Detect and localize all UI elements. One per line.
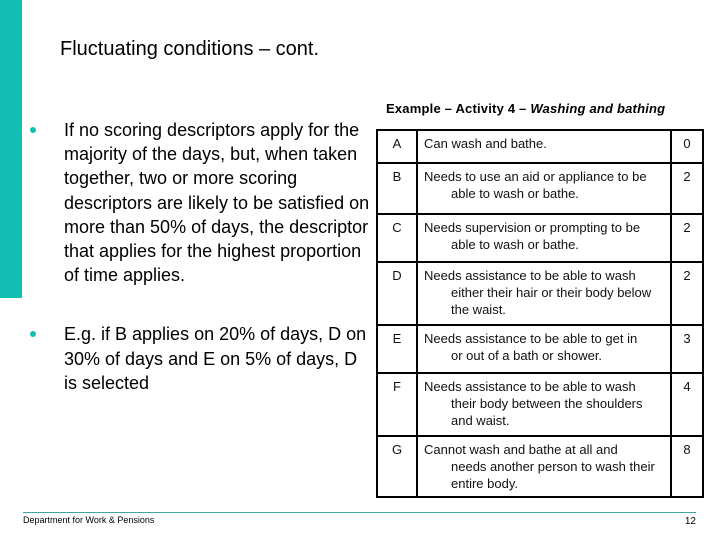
descriptor-text-rest: needs another person to wash their entir… [451, 459, 655, 491]
descriptor-score: 8 [670, 435, 704, 498]
table-row: B Needs to use an aid or appliance to be… [376, 162, 704, 215]
descriptor-text-first: Needs supervision or prompting to be [424, 220, 641, 235]
descriptor-text-first: Needs assistance to be able to wash [424, 379, 636, 394]
descriptor-letter: A [376, 129, 418, 164]
descriptor-letter: G [376, 435, 418, 498]
descriptor-letter: F [376, 372, 418, 437]
descriptor-text: Needs to use an aid or appliance to be a… [416, 162, 672, 215]
table-row: G Cannot wash and bathe at all and needs… [376, 435, 704, 498]
descriptor-text: Needs assistance to be able to get in or… [416, 324, 672, 374]
descriptor-letter: C [376, 213, 418, 263]
descriptor-letter: E [376, 324, 418, 374]
descriptor-text-first: Can wash and bathe. [424, 136, 547, 151]
bullet-dot-icon [30, 127, 36, 133]
descriptor-text-rest: able to wash or bathe. [451, 186, 579, 201]
example-heading-activity: Washing and bathing [530, 101, 666, 116]
bullet-text: E.g. if B applies on 20% of days, D on 3… [64, 324, 367, 393]
descriptor-score: 3 [670, 324, 704, 374]
bullet-text: If no scoring descriptors apply for the … [64, 120, 370, 286]
descriptor-letter: B [376, 162, 418, 215]
descriptor-letter: D [376, 261, 418, 326]
accent-bar [0, 0, 22, 298]
table-row: A Can wash and bathe. 0 [376, 129, 704, 164]
descriptor-text-first: Needs assistance to be able to get in [424, 331, 638, 346]
page-number: 12 [684, 516, 696, 527]
descriptor-table: A Can wash and bathe. 0 B Needs to use a… [376, 129, 704, 498]
descriptor-text: Cannot wash and bathe at all and needs a… [416, 435, 672, 498]
descriptor-text: Can wash and bathe. [416, 129, 672, 164]
slide-title: Fluctuating conditions – cont. [60, 38, 320, 60]
descriptor-score: 2 [670, 261, 704, 326]
descriptor-text-rest: either their hair or their body below th… [451, 285, 652, 317]
descriptor-text-first: Needs assistance to be able to wash [424, 268, 636, 283]
bullet-list: If no scoring descriptors apply for the … [28, 118, 373, 395]
example-heading: Example – Activity 4 – Washing and bathi… [386, 101, 665, 116]
descriptor-score: 4 [670, 372, 704, 437]
table-row: D Needs assistance to be able to wash ei… [376, 261, 704, 326]
descriptor-text: Needs supervision or prompting to be abl… [416, 213, 672, 263]
descriptor-text-first: Cannot wash and bathe at all and [424, 442, 618, 457]
bullet-dot-icon [30, 331, 36, 338]
descriptor-text-first: Needs to use an aid or appliance to be [424, 169, 647, 184]
example-heading-prefix: Example – Activity 4 – [386, 101, 531, 116]
descriptor-text-rest: able to wash or bathe. [451, 237, 579, 252]
descriptor-text-rest: their body between the shoulders and wai… [451, 396, 643, 428]
descriptor-text-rest: or out of a bath or shower. [451, 348, 603, 363]
table-row: E Needs assistance to be able to get in … [376, 324, 704, 374]
footer-department: Department for Work & Pensions [23, 515, 155, 525]
table-row: F Needs assistance to be able to wash th… [376, 372, 704, 437]
footer-divider [23, 512, 696, 513]
descriptor-score: 2 [670, 162, 704, 215]
bullet-item: E.g. if B applies on 20% of days, D on 3… [28, 322, 373, 395]
descriptor-text: Needs assistance to be able to wash eith… [416, 261, 672, 326]
descriptor-score: 0 [670, 129, 704, 164]
table-row: C Needs supervision or prompting to be a… [376, 213, 704, 263]
descriptor-score: 2 [670, 213, 704, 263]
bullet-item: If no scoring descriptors apply for the … [28, 118, 373, 287]
descriptor-text: Needs assistance to be able to wash thei… [416, 372, 672, 437]
